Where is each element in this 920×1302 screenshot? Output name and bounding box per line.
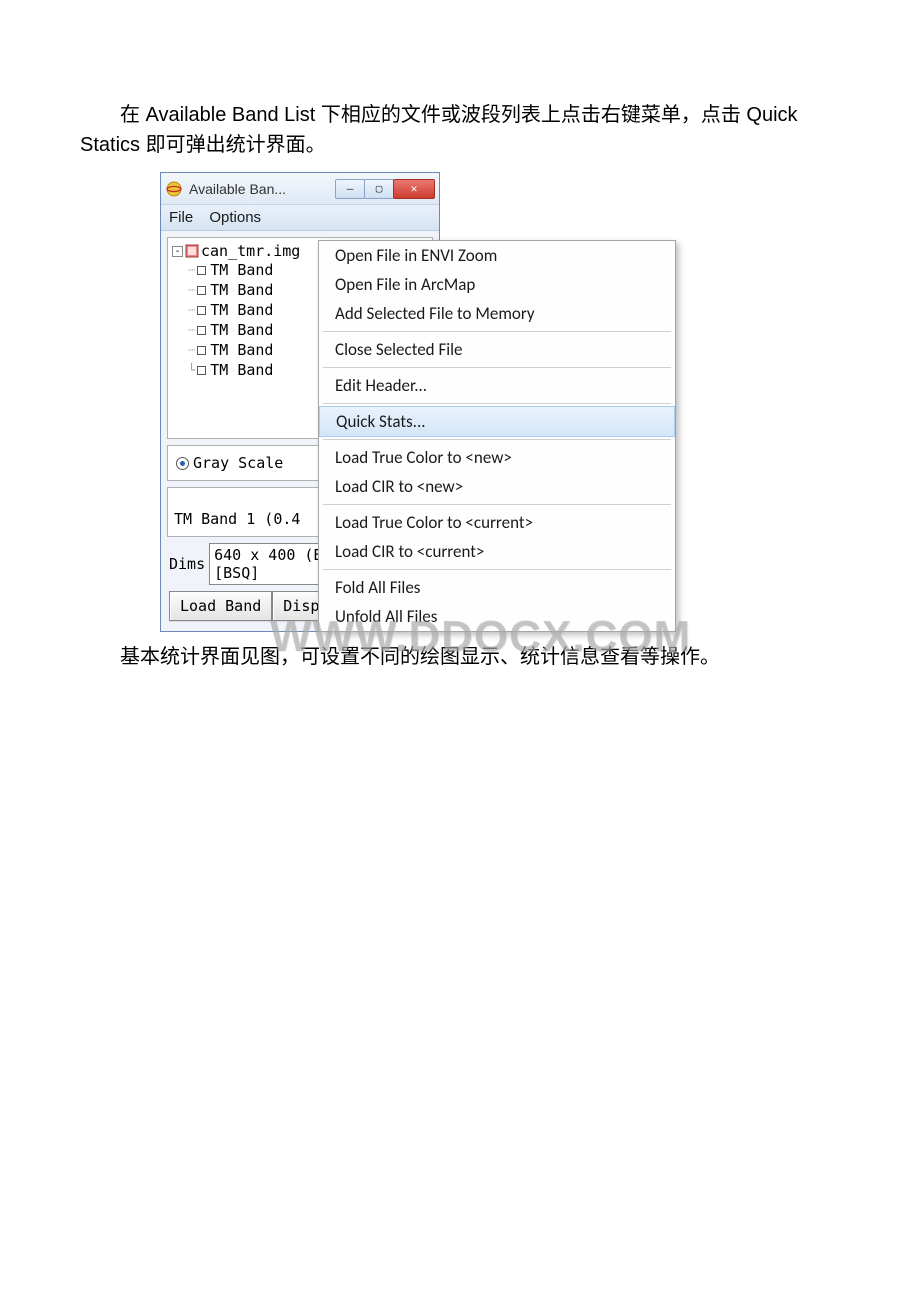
- band-label: TM Band: [210, 281, 273, 299]
- maximize-button[interactable]: ▢: [364, 179, 394, 199]
- menu-fold-all[interactable]: Fold All Files: [319, 573, 675, 602]
- band-label: TM Band: [210, 321, 273, 339]
- menu-add-to-memory[interactable]: Add Selected File to Memory: [319, 299, 675, 328]
- menu-separator: [323, 331, 671, 332]
- title-bar[interactable]: Available Ban... — ▢ ✕: [161, 173, 439, 205]
- menu-open-envi-zoom[interactable]: Open File in ENVI Zoom: [319, 241, 675, 270]
- band-label: TM Band: [210, 341, 273, 359]
- band-label: TM Band: [210, 261, 273, 279]
- paragraph-1: 在 Available Band List 下相应的文件或波段列表上点击右键菜单…: [80, 100, 840, 160]
- file-icon: [185, 244, 199, 258]
- minimize-button[interactable]: —: [335, 179, 365, 199]
- menu-file[interactable]: File: [169, 209, 193, 226]
- context-menu: Open File in ENVI Zoom Open File in ArcM…: [318, 240, 676, 632]
- band-box-icon: [197, 346, 206, 355]
- band-label: TM Band: [210, 361, 273, 379]
- file-name: can_tmr.img: [201, 242, 300, 260]
- app-icon: [165, 180, 183, 198]
- menu-separator: [323, 504, 671, 505]
- band-box-icon: [197, 306, 206, 315]
- menu-open-arcmap[interactable]: Open File in ArcMap: [319, 270, 675, 299]
- band-box-icon: [197, 266, 206, 275]
- menu-separator: [323, 439, 671, 440]
- menu-load-cir-current[interactable]: Load CIR to <current>: [319, 537, 675, 566]
- radio-selected-icon: [176, 457, 189, 470]
- menu-load-cir-new[interactable]: Load CIR to <new>: [319, 472, 675, 501]
- close-button[interactable]: ✕: [393, 179, 435, 199]
- window-controls: — ▢ ✕: [336, 179, 435, 199]
- menu-load-truecolor-new[interactable]: Load True Color to <new>: [319, 443, 675, 472]
- collapse-icon[interactable]: -: [172, 246, 183, 257]
- menu-options[interactable]: Options: [209, 209, 261, 226]
- window-title: Available Ban...: [189, 181, 336, 197]
- menu-bar: File Options: [161, 205, 439, 231]
- menu-quick-stats[interactable]: Quick Stats...: [319, 406, 675, 437]
- load-band-button[interactable]: Load Band: [169, 591, 272, 621]
- menu-load-truecolor-current[interactable]: Load True Color to <current>: [319, 508, 675, 537]
- dims-label: Dims: [169, 555, 205, 573]
- band-box-icon: [197, 366, 206, 375]
- menu-separator: [323, 569, 671, 570]
- band-box-icon: [197, 326, 206, 335]
- screenshot-container: Available Ban... — ▢ ✕ File Options - ca…: [160, 172, 695, 632]
- watermark-text: WWW.DDOCX.COM: [270, 612, 691, 662]
- menu-separator: [323, 403, 671, 404]
- grayscale-label: Gray Scale: [193, 454, 283, 472]
- band-label: TM Band: [210, 301, 273, 319]
- menu-close-file[interactable]: Close Selected File: [319, 335, 675, 364]
- band-box-icon: [197, 286, 206, 295]
- menu-edit-header[interactable]: Edit Header...: [319, 371, 675, 400]
- menu-separator: [323, 367, 671, 368]
